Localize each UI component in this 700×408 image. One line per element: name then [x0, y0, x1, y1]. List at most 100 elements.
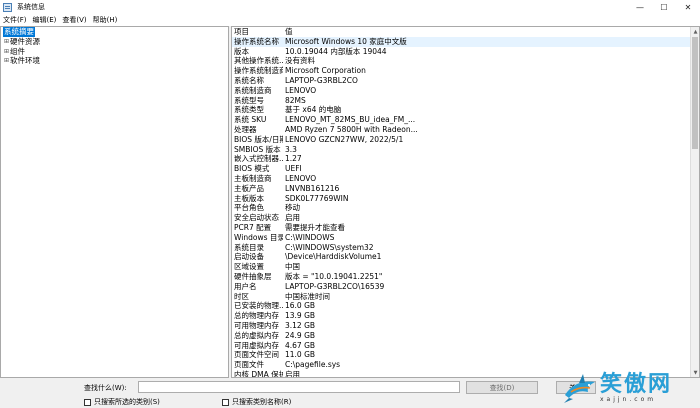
row-item: 其他操作系统...	[234, 56, 283, 66]
table-row[interactable]: 系统目录 C:\WINDOWS\system32	[232, 243, 699, 253]
table-row[interactable]: BIOS 模式 UEFI	[232, 164, 699, 174]
row-item: 系统名称	[234, 75, 264, 85]
menu-file[interactable]: 文件(F)	[0, 15, 30, 25]
row-item: 主板制造商	[234, 173, 272, 183]
tree-item-software-environment[interactable]: ⊞ 软件环境	[1, 56, 228, 66]
find-button[interactable]: 查找(D)	[466, 381, 538, 394]
search-selected-category-option[interactable]: 只搜索所选的类别(S)	[84, 397, 160, 407]
row-value: 没有资料	[285, 56, 315, 66]
row-value: LAPTOP-G3RBL2CO\16539	[285, 281, 385, 291]
column-header-value[interactable]: 值	[283, 27, 699, 37]
column-header-item[interactable]: 项目	[232, 27, 283, 37]
table-row[interactable]: 其他操作系统... 没有资料	[232, 56, 699, 66]
row-item: 安全启动状态	[234, 213, 279, 223]
minimize-button[interactable]: —	[628, 0, 652, 14]
row-value: 10.0.19044 内部版本 19044	[285, 46, 387, 56]
table-row[interactable]: Windows 目录 C:\WINDOWS	[232, 233, 699, 243]
table-row[interactable]: 启动设备 \Device\HarddiskVolume1	[232, 252, 699, 262]
close-button[interactable]: ✕	[676, 0, 700, 14]
table-row[interactable]: 系统制造商 LENOVO	[232, 86, 699, 96]
category-tree: 系统摘要 ⊞ 硬件资源 ⊞ 组件 ⊞ 软件环境	[0, 26, 229, 378]
table-row[interactable]: 安全启动状态 启用	[232, 213, 699, 223]
row-value: 1.27	[285, 154, 302, 164]
close-find-button[interactable]: 关闭	[556, 381, 596, 394]
expand-icon[interactable]: ⊞	[3, 56, 10, 66]
row-item: 总的物理内存	[234, 311, 279, 321]
search-selected-category-checkbox[interactable]	[84, 398, 91, 406]
table-row[interactable]: 内核 DMA 保护 启用	[232, 369, 699, 378]
table-row[interactable]: 可用虚拟内存 4.67 GB	[232, 341, 699, 351]
row-item: 用户名	[234, 281, 257, 291]
table-row[interactable]: 系统名称 LAPTOP-G3RBL2CO	[232, 76, 699, 86]
scroll-up-icon[interactable]: ▲	[691, 27, 699, 36]
row-item: 页面文件	[234, 360, 264, 370]
row-item: 系统类型	[234, 105, 264, 115]
menu-help[interactable]: 帮助(H)	[90, 15, 121, 25]
row-value: 3.3	[285, 144, 297, 154]
table-row[interactable]: SMBIOS 版本 3.3	[232, 145, 699, 155]
maximize-button[interactable]: ☐	[652, 0, 676, 14]
tree-item-label: 硬件资源	[10, 36, 40, 46]
table-row[interactable]: 总的虚拟内存 24.9 GB	[232, 331, 699, 341]
table-row[interactable]: 已安装的物理... 16.0 GB	[232, 301, 699, 311]
row-value: LENOVO	[285, 173, 317, 183]
row-item: 主板版本	[234, 193, 264, 203]
find-label: 查找什么(W):	[84, 384, 127, 392]
table-row[interactable]: BIOS 版本/日期 LENOVO GZCN27WW, 2022/5/1	[232, 135, 699, 145]
scroll-thumb[interactable]	[692, 37, 698, 149]
table-row[interactable]: 用户名 LAPTOP-G3RBL2CO\16539	[232, 282, 699, 292]
search-category-names-option[interactable]: 只搜索类别名称(R)	[222, 397, 291, 407]
table-row[interactable]: 可用物理内存 3.12 GB	[232, 321, 699, 331]
table-row[interactable]: 时区 中国标准时间	[232, 292, 699, 302]
table-row[interactable]: 主板产品 LNVNB161216	[232, 184, 699, 194]
table-row[interactable]: 页面文件 C:\pagefile.sys	[232, 360, 699, 370]
row-value: C:\WINDOWS\system32	[285, 242, 374, 252]
tree-item-label: 软件环境	[10, 56, 40, 66]
table-row[interactable]: 系统类型 基于 x64 的电脑	[232, 105, 699, 115]
row-item: 时区	[234, 291, 249, 301]
tree-item-system-summary[interactable]: 系统摘要	[1, 27, 228, 37]
row-value: UEFI	[285, 164, 302, 174]
row-value: 4.67 GB	[285, 340, 316, 350]
expand-icon[interactable]: ⊞	[3, 37, 10, 47]
table-row[interactable]: 总的物理内存 13.9 GB	[232, 311, 699, 321]
title-bar: 系统信息 — ☐ ✕	[0, 0, 700, 14]
menu-edit[interactable]: 编辑(E)	[30, 15, 60, 25]
search-category-names-checkbox[interactable]	[222, 398, 229, 406]
expand-icon[interactable]: ⊞	[3, 47, 10, 57]
table-row[interactable]: 操作系统名称 Microsoft Windows 10 家庭中文版	[232, 36, 699, 47]
row-value: Microsoft Corporation	[285, 66, 366, 76]
table-row[interactable]: 嵌入式控制器... 1.27	[232, 154, 699, 164]
row-item: 版本	[234, 46, 249, 56]
menu-view[interactable]: 查看(V)	[59, 15, 89, 25]
table-row[interactable]: 版本 10.0.19044 内部版本 19044	[232, 47, 699, 57]
table-row[interactable]: 系统型号 82MS	[232, 96, 699, 106]
row-item: 处理器	[234, 124, 257, 134]
window-title: 系统信息	[17, 3, 45, 11]
table-row[interactable]: 主板版本 SDK0L77769WIN	[232, 194, 699, 204]
find-input[interactable]	[138, 381, 460, 393]
table-row[interactable]: 操作系统制造商 Microsoft Corporation	[232, 66, 699, 76]
row-value: 11.0 GB	[285, 350, 316, 360]
table-row[interactable]: 系统 SKU LENOVO_MT_82MS_BU_idea_FM_...	[232, 115, 699, 125]
table-row[interactable]: 硬件抽象层 版本 = "10.0.19041.2251"	[232, 272, 699, 282]
row-item: 可用物理内存	[234, 320, 279, 330]
row-item: 内核 DMA 保护	[234, 369, 283, 378]
window-controls: — ☐ ✕	[628, 0, 700, 14]
row-value: 16.0 GB	[285, 301, 316, 311]
table-row[interactable]: 区域设置 中国	[232, 262, 699, 272]
row-value: LENOVO	[285, 85, 317, 95]
row-value: 13.9 GB	[285, 311, 316, 321]
vertical-scrollbar[interactable]: ▲ ▼	[690, 27, 699, 377]
row-item: Windows 目录	[234, 232, 283, 242]
table-row[interactable]: 主板制造商 LENOVO	[232, 174, 699, 184]
table-row[interactable]: 处理器 AMD Ryzen 7 5800H with Radeon...	[232, 125, 699, 135]
tree-item-components[interactable]: ⊞ 组件	[1, 47, 228, 57]
row-value: Microsoft Windows 10 家庭中文版	[285, 36, 407, 46]
scroll-down-icon[interactable]: ▼	[691, 368, 699, 377]
menu-bar: 文件(F) 编辑(E) 查看(V) 帮助(H)	[0, 14, 700, 26]
table-row[interactable]: 页面文件空间 11.0 GB	[232, 350, 699, 360]
table-row[interactable]: 平台角色 移动	[232, 203, 699, 213]
tree-item-hardware-resources[interactable]: ⊞ 硬件资源	[1, 37, 228, 47]
table-row[interactable]: PCR7 配置 需要提升才能查看	[232, 223, 699, 233]
